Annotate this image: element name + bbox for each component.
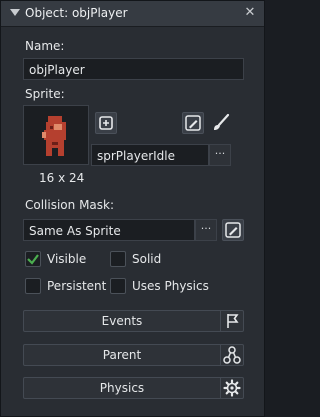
close-icon[interactable]: ✕ [243,6,257,20]
uses-physics-checkbox[interactable] [110,278,126,294]
uses-physics-label: Uses Physics [132,279,209,293]
edit-image-icon [225,222,241,238]
gear-icon [220,377,243,399]
edit-sprite-button[interactable] [182,112,204,134]
new-sprite-button[interactable] [95,112,117,134]
sprite-size: 16 x 24 [39,171,85,185]
title-bar[interactable]: Object: objPlayer ✕ [1,1,264,27]
name-value: objPlayer [29,63,85,77]
visible-label: Visible [47,252,87,266]
physics-label: Physics [99,381,145,395]
visible-checkbox[interactable] [25,251,41,267]
edit-image-icon [185,115,201,131]
persistent-label: Persistent [47,279,107,293]
persistent-checkbox[interactable] [25,278,41,294]
collision-mask-field[interactable]: Same As Sprite [23,219,195,241]
events-label: Events [101,314,143,328]
solid-checkbox[interactable] [110,251,126,267]
solid-label: Solid [132,252,162,266]
sprite-name-value: sprPlayerIdle [97,149,176,163]
parent-button[interactable]: Parent [23,344,244,366]
new-sprite-icon [99,116,113,130]
sprite-name-field[interactable]: sprPlayerIdle [91,144,209,166]
sprite-preview[interactable] [23,105,89,165]
window-title: Object: objPlayer [25,6,128,20]
sprite-browse-button[interactable]: ··· [209,144,231,166]
object-editor-window: Object: objPlayer ✕ Name: objPlayer Spri… [0,0,265,417]
brush-icon[interactable] [209,112,233,134]
name-field[interactable]: objPlayer [23,58,244,80]
sprite-image [42,116,66,156]
flag-icon [220,310,243,332]
checkmark-icon [27,254,39,265]
parent-label: Parent [102,348,142,362]
triangle-down-icon[interactable] [10,9,20,16]
sprite-label: Sprite: [25,87,65,101]
collision-mask-edit-button[interactable] [222,219,244,241]
name-label: Name: [25,39,65,53]
events-button[interactable]: Events [23,310,244,332]
collision-mask-value: Same As Sprite [29,224,121,238]
physics-button[interactable]: Physics [23,377,244,399]
hierarchy-icon [220,344,243,366]
collision-mask-browse-button[interactable]: ··· [195,219,217,241]
collision-mask-label: Collision Mask: [25,198,115,212]
